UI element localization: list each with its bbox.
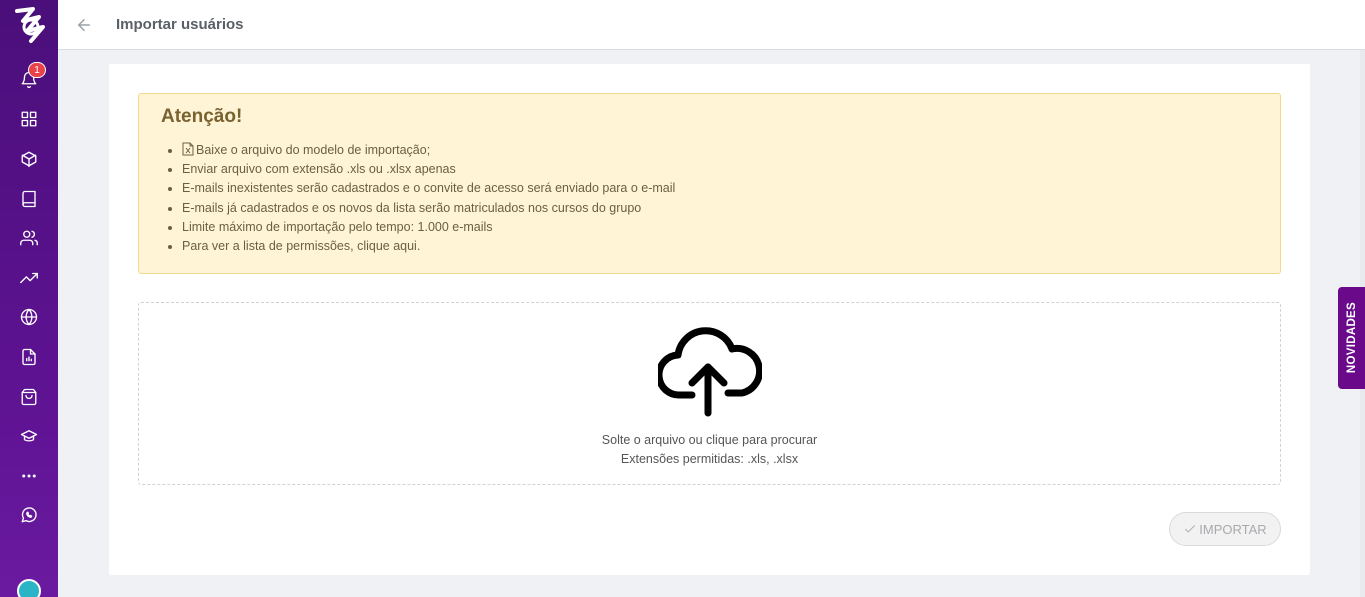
novidades-label: NOVIDADES	[1345, 302, 1358, 374]
dropzone-extensions: Extensões permitidas: .xls, .xlsx	[620, 452, 799, 466]
sidebar-item-users[interactable]	[0, 218, 58, 258]
alert-item: Limite máximo de importação pelo tempo: …	[182, 218, 675, 237]
user-avatar[interactable]	[17, 579, 41, 597]
sidebar-item-whatsapp[interactable]	[0, 496, 58, 536]
sidebar-item-reports[interactable]	[0, 258, 58, 298]
sidebar-item-more[interactable]	[0, 456, 58, 496]
sidebar-item-dashboard[interactable]	[0, 100, 58, 140]
grid-icon	[21, 111, 37, 127]
alert-item-download-template[interactable]: Baixe o arquivo do modelo de importação;	[182, 141, 675, 160]
sidebar-item-academy[interactable]	[0, 416, 58, 456]
graduation-cap-icon	[20, 430, 38, 442]
import-card: Atenção! Baixe o arquivo do modelo de im…	[109, 64, 1310, 575]
page-title: Importar usuários	[116, 16, 244, 33]
sidebar-item-courses[interactable]	[0, 179, 58, 219]
dropzone-instructions: Solte o arquivo ou clique para procurar	[601, 433, 818, 447]
page-header: Importar usuários	[58, 0, 1365, 50]
check-icon	[1185, 525, 1196, 533]
alert-title: Atenção!	[161, 106, 243, 127]
novidades-tab[interactable]: NOVIDADES	[1338, 287, 1365, 389]
alert-item-permissions-link[interactable]: Para ver a lista de permissões, clique a…	[182, 237, 675, 256]
whatsapp-icon	[21, 507, 37, 523]
file-dropzone[interactable]: Solte o arquivo ou clique para procurar …	[138, 302, 1281, 485]
sidebar-item-documents[interactable]	[0, 337, 58, 377]
shopping-bag-icon	[21, 388, 37, 405]
app-logo[interactable]	[8, 4, 50, 46]
sidebar: 1	[0, 0, 58, 597]
import-button-label: IMPORTAR	[1199, 521, 1267, 537]
notification-badge: 1	[28, 62, 46, 78]
alert-list: Baixe o arquivo do modelo de importação;…	[182, 141, 675, 256]
logo-icon	[15, 7, 45, 43]
book-icon	[22, 190, 36, 207]
alert-item: E-mails já cadastrados e os novos da lis…	[182, 199, 675, 218]
more-icon	[22, 474, 36, 478]
globe-icon	[20, 309, 38, 326]
import-button[interactable]: IMPORTAR	[1169, 512, 1281, 546]
trending-up-icon	[20, 272, 38, 283]
excel-file-icon	[182, 142, 194, 156]
users-icon	[20, 230, 38, 246]
sidebar-item-products[interactable]	[0, 139, 58, 179]
warning-alert: Atenção! Baixe o arquivo do modelo de im…	[138, 93, 1281, 274]
box-icon	[21, 151, 37, 168]
cloud-upload-icon	[658, 327, 762, 417]
sidebar-item-store[interactable]	[0, 377, 58, 417]
back-button[interactable]	[74, 15, 94, 35]
sidebar-item-site[interactable]	[0, 298, 58, 338]
arrow-left-icon	[78, 18, 90, 31]
alert-item: E-mails inexistentes serão cadastrados e…	[182, 179, 675, 198]
report-icon	[22, 348, 36, 366]
alert-item: Enviar arquivo com extensão .xls ou .xls…	[182, 160, 675, 179]
sidebar-item-notifications[interactable]: 1	[0, 60, 58, 100]
